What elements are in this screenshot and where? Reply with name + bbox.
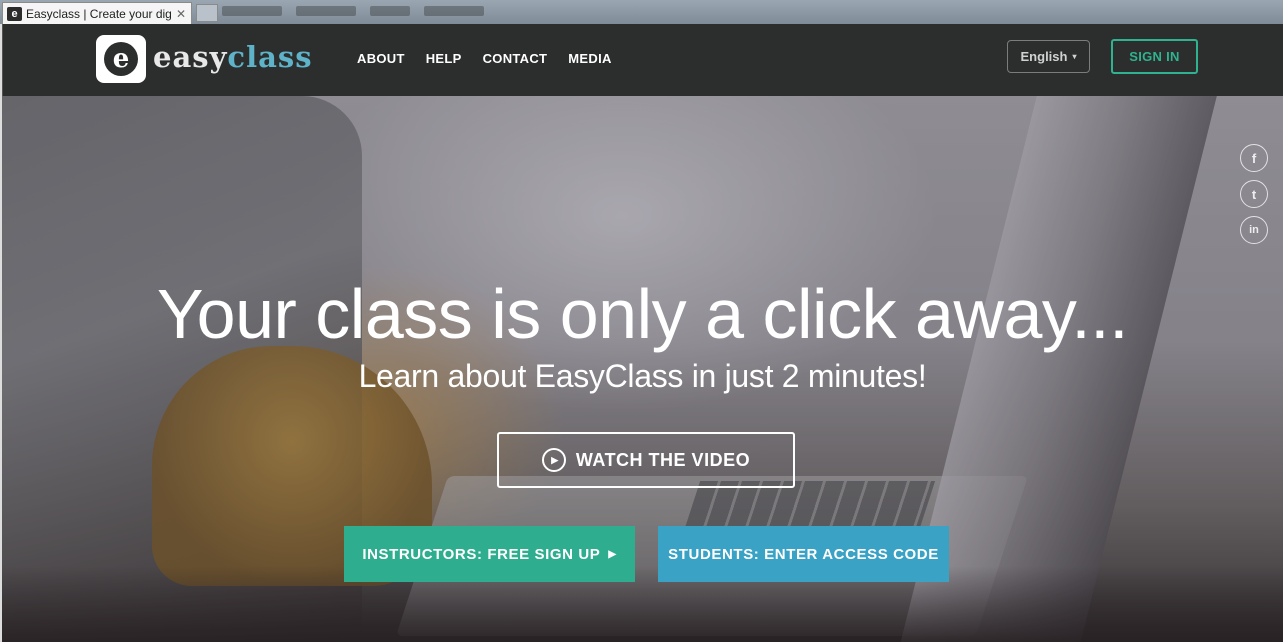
nav-contact[interactable]: CONTACT (483, 51, 548, 66)
facebook-icon[interactable]: f (1240, 144, 1268, 172)
language-select[interactable]: English ▾ (1007, 40, 1090, 73)
logo[interactable]: e (96, 35, 146, 83)
arrow-right-icon: ▶ (608, 548, 617, 560)
bookmark-item[interactable] (370, 6, 410, 16)
close-icon[interactable]: ✕ (176, 7, 186, 21)
favicon-icon: e (7, 6, 22, 21)
logo-easy: easy (153, 40, 228, 74)
main-nav: ABOUT HELP CONTACT MEDIA (357, 51, 612, 66)
play-icon: ▶ (541, 448, 566, 472)
students-access-code-button[interactable]: STUDENTS: ENTER ACCESS CODE (658, 526, 949, 582)
new-tab-button[interactable] (196, 4, 218, 22)
chevron-down-icon: ▾ (1072, 52, 1077, 61)
bookmark-item[interactable] (424, 6, 484, 16)
hero-headline: Your class is only a click away... (156, 275, 1129, 353)
watch-video-label: WATCH THE VIDEO (575, 449, 751, 470)
language-label: English (1020, 49, 1068, 64)
bookmark-item[interactable] (296, 6, 356, 16)
hero-section: f t in Your class is only a click away..… (2, 96, 1283, 642)
instructors-signup-label: INSTRUCTORS: FREE SIGN UP (362, 545, 601, 563)
watch-video-button[interactable]: ▶ WATCH THE VIDEO (497, 432, 795, 488)
bookmark-item[interactable] (222, 6, 282, 16)
logo-wordmark[interactable]: easyclass (153, 40, 313, 74)
browser-tab[interactable]: e Easyclass | Create your digit... ✕ (2, 2, 192, 24)
linkedin-icon[interactable]: in (1240, 216, 1268, 244)
logo-class: class (227, 40, 313, 74)
nav-help[interactable]: HELP (426, 51, 462, 66)
bookmark-bar (222, 6, 484, 16)
site-header: e easyclass ABOUT HELP CONTACT MEDIA Eng… (2, 24, 1283, 96)
students-access-code-label: STUDENTS: ENTER ACCESS CODE (668, 545, 939, 563)
tab-title: Easyclass | Create your digit... (26, 6, 172, 21)
instructors-signup-button[interactable]: INSTRUCTORS: FREE SIGN UP ▶ (344, 526, 635, 582)
logo-mark: e (104, 42, 138, 76)
browser-tab-strip: e Easyclass | Create your digit... ✕ (0, 0, 1283, 24)
hero-subhead: Learn about EasyClass in just 2 minutes! (358, 358, 927, 394)
nav-media[interactable]: MEDIA (568, 51, 611, 66)
sign-in-button[interactable]: SIGN IN (1111, 39, 1198, 74)
nav-about[interactable]: ABOUT (357, 51, 405, 66)
twitter-icon[interactable]: t (1240, 180, 1268, 208)
social-links: f t in (1240, 144, 1268, 244)
